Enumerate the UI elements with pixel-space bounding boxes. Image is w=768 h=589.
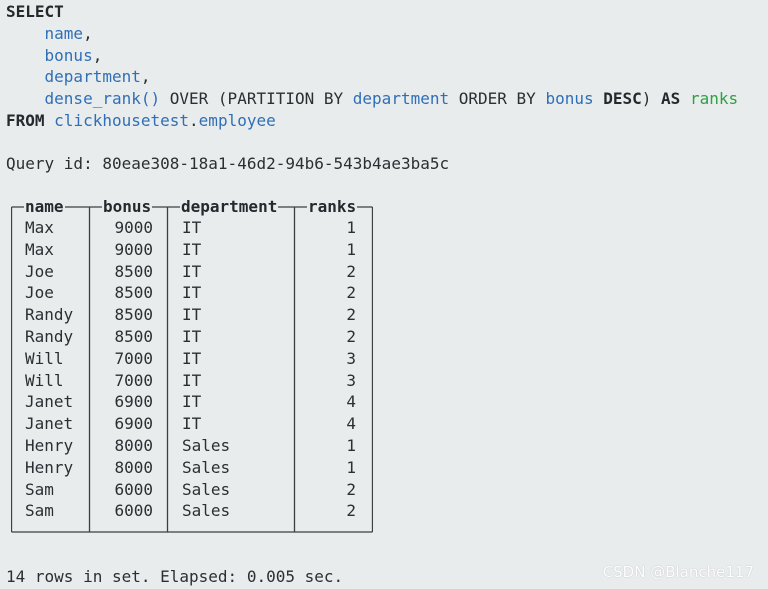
cell-rank: 1: [346, 218, 356, 237]
table-row: Joe 8500 IT 2: [11, 261, 373, 283]
cell-name: Randy: [25, 327, 74, 346]
table-name: employee: [198, 111, 276, 130]
cell-department: IT: [182, 283, 202, 303]
sql-department-line: department,: [44, 67, 151, 86]
cell-department: IT: [182, 327, 202, 346]
table-row: Henry 8000 Sales 1: [11, 435, 373, 457]
cell-rank: 3: [346, 370, 356, 390]
cell-rank: 1: [346, 239, 356, 259]
cell-name: Randy: [25, 305, 74, 325]
cell-department: Sales: [182, 501, 231, 521]
sql-select-line: SELECT: [6, 1, 64, 23]
cell-department: IT: [182, 261, 202, 281]
partition-column: department: [352, 89, 450, 108]
cell-bonus: 8500: [114, 327, 153, 346]
cell-name: Janet: [25, 414, 74, 434]
select-keyword: SELECT: [6, 2, 64, 21]
cell-rank: 2: [346, 261, 356, 281]
cell-bonus: 6000: [114, 501, 153, 521]
column-bonus: bonus: [44, 46, 93, 65]
cell-name: Will: [25, 348, 64, 368]
cell-bonus: 9000: [114, 218, 153, 237]
table-row: Randy 8500 IT 2: [11, 304, 373, 326]
cell-bonus: 8000: [114, 457, 153, 477]
table-row: Sam 6000 Sales 2: [11, 479, 373, 501]
dense-rank-function: dense_rank(): [44, 89, 161, 108]
cell-rank: 4: [346, 414, 356, 434]
cell-bonus: 8000: [114, 436, 153, 455]
header-department: department: [180, 196, 279, 218]
ranks-alias: ranks: [689, 89, 739, 108]
cell-bonus: 9000: [114, 239, 153, 259]
cell-rank: 3: [346, 348, 356, 368]
header-bonus: bonus: [102, 196, 153, 218]
cell-name: Joe: [25, 261, 54, 281]
cell-department: Sales: [182, 479, 231, 499]
watermark: CSDN @Blanche117: [602, 563, 754, 581]
sql-window-line: dense_rank() OVER (PARTITION BY departme…: [44, 89, 739, 108]
result-summary: 14 rows in set. Elapsed: 0.005 sec.: [6, 567, 344, 586]
table-row: Max 9000 IT 1: [11, 217, 373, 239]
cell-bonus: 7000: [114, 348, 153, 368]
cell-department: IT: [182, 414, 202, 434]
cell-rank: 1: [346, 457, 356, 477]
sql-from-line: FROM clickhousetest.employee: [6, 111, 276, 130]
query-id: Query id: 80eae308-18a1-46d2-94b6-543b4a…: [6, 154, 450, 173]
cell-name: Janet: [25, 392, 74, 412]
cell-name: Sam: [25, 501, 54, 521]
cell-rank: 2: [346, 501, 356, 521]
result-table: name bonus department ranks Max 9000 IT 1 Ma…: [11, 196, 373, 533]
table-row: Janet 6900 IT 4: [11, 413, 373, 435]
cell-bonus: 6000: [114, 479, 153, 499]
cell-name: Will: [25, 370, 64, 390]
cell-name: Max: [25, 218, 54, 237]
table-row: Janet 6900 IT 4: [11, 391, 373, 413]
cell-rank: 4: [346, 392, 356, 412]
cell-rank: 1: [346, 436, 356, 455]
cell-department: IT: [182, 370, 202, 390]
sql-name-line: name,: [44, 24, 93, 43]
cell-name: Henry: [25, 436, 74, 455]
sql-bonus-line: bonus,: [44, 46, 103, 65]
cell-bonus: 8500: [114, 283, 153, 303]
cell-rank: 2: [346, 305, 356, 325]
from-keyword: FROM: [6, 111, 45, 130]
order-column: bonus: [545, 89, 594, 108]
table-row: Will 7000 IT 3: [11, 370, 373, 392]
header-name: name: [24, 196, 65, 218]
table-row: Max 9000 IT 1: [11, 239, 373, 261]
table-row: Henry 8000 Sales 1: [11, 457, 373, 479]
cell-bonus: 8500: [114, 305, 153, 325]
cell-bonus: 6900: [114, 392, 153, 412]
table-row: Will 7000 IT 3: [11, 348, 373, 370]
cell-department: Sales: [182, 436, 231, 455]
cell-rank: 2: [346, 327, 356, 346]
as-keyword: AS: [661, 89, 681, 108]
desc-keyword: DESC: [603, 89, 642, 108]
cell-name: Max: [25, 239, 54, 259]
cell-department: IT: [182, 305, 202, 325]
cell-bonus: 7000: [114, 370, 153, 390]
cell-department: IT: [182, 348, 202, 368]
database-name: clickhousetest: [54, 111, 190, 130]
cell-rank: 2: [346, 479, 356, 499]
header-ranks: ranks: [307, 196, 358, 218]
table-row: Sam 6000 Sales 2: [11, 500, 373, 522]
table-row: Randy 8500 IT 2: [11, 326, 373, 348]
cell-name: Sam: [25, 479, 54, 499]
cell-name: Henry: [25, 457, 74, 477]
column-name: name: [44, 24, 84, 43]
cell-name: Joe: [25, 283, 54, 303]
cell-bonus: 8500: [114, 261, 153, 281]
cell-bonus: 6900: [114, 414, 153, 434]
table-row: Joe 8500 IT 2: [11, 282, 373, 304]
cell-department: IT: [182, 218, 202, 237]
cell-department: Sales: [182, 457, 231, 477]
cell-department: IT: [182, 239, 202, 259]
cell-rank: 2: [346, 283, 356, 303]
cell-department: IT: [182, 392, 202, 412]
column-department: department: [44, 67, 141, 86]
